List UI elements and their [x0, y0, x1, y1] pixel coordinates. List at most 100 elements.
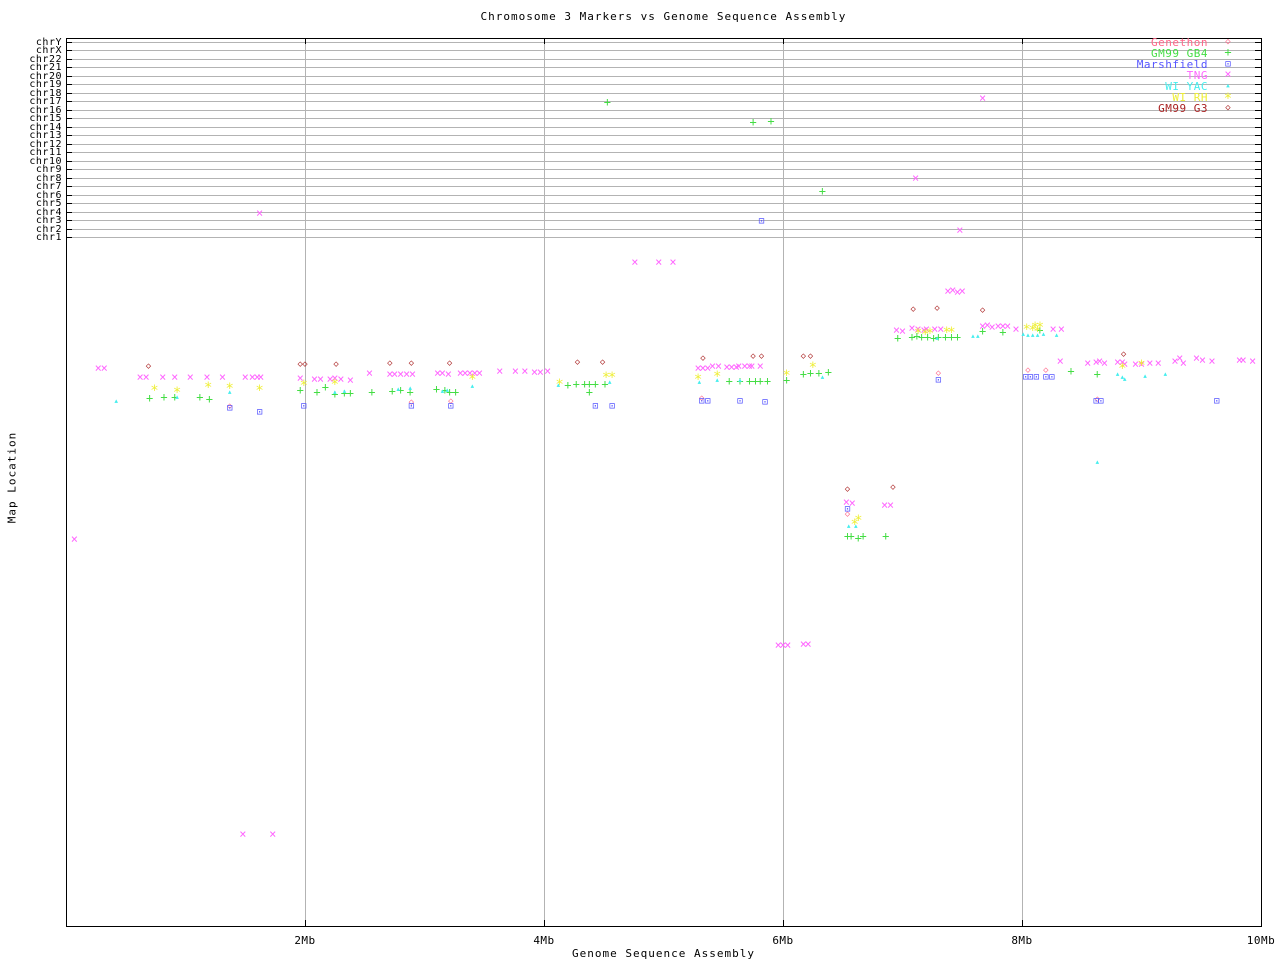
- marker-gm99-gb4: +: [763, 374, 772, 388]
- left-tick-chr6: [66, 194, 72, 196]
- marker-gm99-gb4: +: [756, 374, 764, 388]
- gridline-2mb: [305, 38, 306, 926]
- right-tick-chrX: [1255, 50, 1261, 51]
- marker-tng: ×: [1084, 356, 1092, 370]
- marker-gm99-gb4: +: [313, 385, 321, 399]
- left-tick-chrX: [66, 50, 72, 51]
- marker-gm99-gb4: +: [818, 184, 827, 198]
- gridline-chr13: [66, 135, 1261, 136]
- marker-tng: ×: [521, 364, 529, 378]
- x-ticklabel-2Mb: 2Mb: [294, 934, 316, 947]
- marker-wi-yac: ▴: [113, 396, 119, 407]
- marker-gm99-g3: ◇: [934, 303, 940, 314]
- plot-area: chrY chrX chr22 chr21 chr20 chr19 chr18 chr17 ch…: [0, 0, 1280, 960]
- x-ticklabel-8Mb: 8Mb: [1011, 934, 1033, 947]
- marker-gm99-gb4: +: [1093, 367, 1101, 381]
- marker-tng: ×: [1208, 354, 1216, 368]
- gridline-chr7: [66, 186, 1261, 187]
- marker-wi-yac: ▴: [395, 384, 401, 395]
- left-tick-chr17: [66, 101, 72, 102]
- marker-tng: ×: [956, 223, 964, 237]
- marker-wi-rh: *: [255, 383, 264, 399]
- marker-marshfield: ⊡: [736, 396, 743, 407]
- marker-wi-rh: *: [925, 326, 935, 342]
- marker-tng: ×: [171, 370, 179, 384]
- left-tick-chr2: [66, 228, 72, 230]
- marker-wi-yac: ▴: [819, 372, 826, 383]
- marker-tng: ×: [511, 364, 519, 378]
- gridline-6mb: [783, 38, 784, 926]
- marker-wi-rh: *: [555, 377, 564, 393]
- marker-tng: ×: [978, 91, 987, 105]
- marker-wi-rh: *: [299, 378, 309, 394]
- marker-marshfield: ⊡: [1048, 372, 1055, 383]
- marker-gm99-gb4: +: [824, 365, 833, 379]
- marker-wi-rh: *: [713, 369, 722, 385]
- marker-tng: ×: [631, 255, 639, 269]
- right-tick-chr18: [1255, 92, 1261, 94]
- marker-marshfield: ⊡: [1033, 372, 1040, 383]
- top-tick-2Mb: [305, 38, 306, 44]
- gridline-chr3: [66, 220, 1261, 221]
- marker-gm99-g3: ◇: [807, 351, 814, 362]
- marker-marshfield: ⊡: [609, 401, 616, 412]
- gridline-8mb: [1022, 38, 1023, 926]
- marker-tng: ×: [804, 637, 812, 651]
- marker-gm99-g3: ◇: [387, 358, 393, 369]
- marker-marshfield: ⊡: [592, 401, 599, 412]
- marker-wi-yac: ▴: [1094, 457, 1100, 468]
- right-tick-chr22: [1255, 58, 1261, 60]
- legend-marker-gm99-gb4: +: [1224, 45, 1232, 59]
- marker-gm99-g3: ◇: [446, 358, 453, 369]
- marker-tng: ×: [408, 367, 417, 381]
- marker-tng: ×: [536, 365, 545, 379]
- marker-wi-rh: *: [203, 380, 213, 396]
- marker-gm99-gb4: +: [368, 385, 376, 399]
- right-tick-chr8: [1255, 177, 1261, 179]
- y-ticklabel-chr1: chr1: [35, 232, 62, 243]
- marker-marshfield: ⊡: [1097, 396, 1104, 407]
- gridline-4mb: [544, 38, 545, 926]
- marker-wi-rh: *: [468, 372, 477, 388]
- marker-tng: ×: [100, 361, 108, 375]
- marker-tng: ×: [241, 370, 249, 384]
- gridline-chr10: [66, 160, 1261, 162]
- marker-gm99-gb4: +: [603, 95, 611, 109]
- left-tick-chr5: [66, 203, 72, 204]
- bottom-tick-6Mb: [783, 920, 784, 926]
- marker-gm99-g3: ◇: [145, 361, 152, 372]
- marker-wi-rh: *: [693, 372, 703, 388]
- marker-marshfield: ⊡: [758, 216, 765, 227]
- gridline-chr8: [66, 177, 1261, 179]
- right-tick-chr11: [1255, 152, 1261, 153]
- marker-gm99-gb4: +: [725, 374, 733, 388]
- left-tick-chr1: [66, 237, 72, 238]
- marker-tng: ×: [756, 359, 764, 373]
- right-tick-chr9: [1255, 169, 1261, 170]
- marker-tng: ×: [543, 364, 552, 378]
- marker-tng: ×: [444, 367, 453, 381]
- legend-marker-tng: ×: [1224, 67, 1232, 81]
- marker-wi-rh: *: [225, 381, 234, 397]
- right-tick-chr5: [1255, 203, 1261, 204]
- right-tick-chr20: [1255, 75, 1261, 77]
- marker-tng: ×: [1198, 353, 1207, 367]
- marker-tng: ×: [748, 359, 756, 373]
- marker-tng: ×: [1179, 356, 1187, 370]
- marker-gm99-g3: ◇: [750, 351, 756, 362]
- marker-wi-yac: ▴: [407, 383, 413, 394]
- bottom-tick-10Mb: [1261, 920, 1262, 926]
- legend-label-marshfield: Marshfield: [1136, 58, 1208, 71]
- left-tick-chr18: [66, 92, 72, 94]
- left-tick-chr3: [66, 220, 72, 221]
- top-tick-8Mb: [1022, 38, 1023, 44]
- top-tick-6Mb: [783, 38, 784, 44]
- marker-marshfield: ⊡: [256, 407, 263, 418]
- marker-tng: ×: [159, 370, 167, 384]
- marker-tng: ×: [316, 372, 325, 386]
- marker-tng: ×: [669, 255, 677, 269]
- marker-tng: ×: [1100, 356, 1109, 370]
- marker-gm99-gb4: +: [859, 529, 867, 543]
- marker-tng: ×: [186, 370, 194, 384]
- marker-tng: ×: [1249, 354, 1257, 368]
